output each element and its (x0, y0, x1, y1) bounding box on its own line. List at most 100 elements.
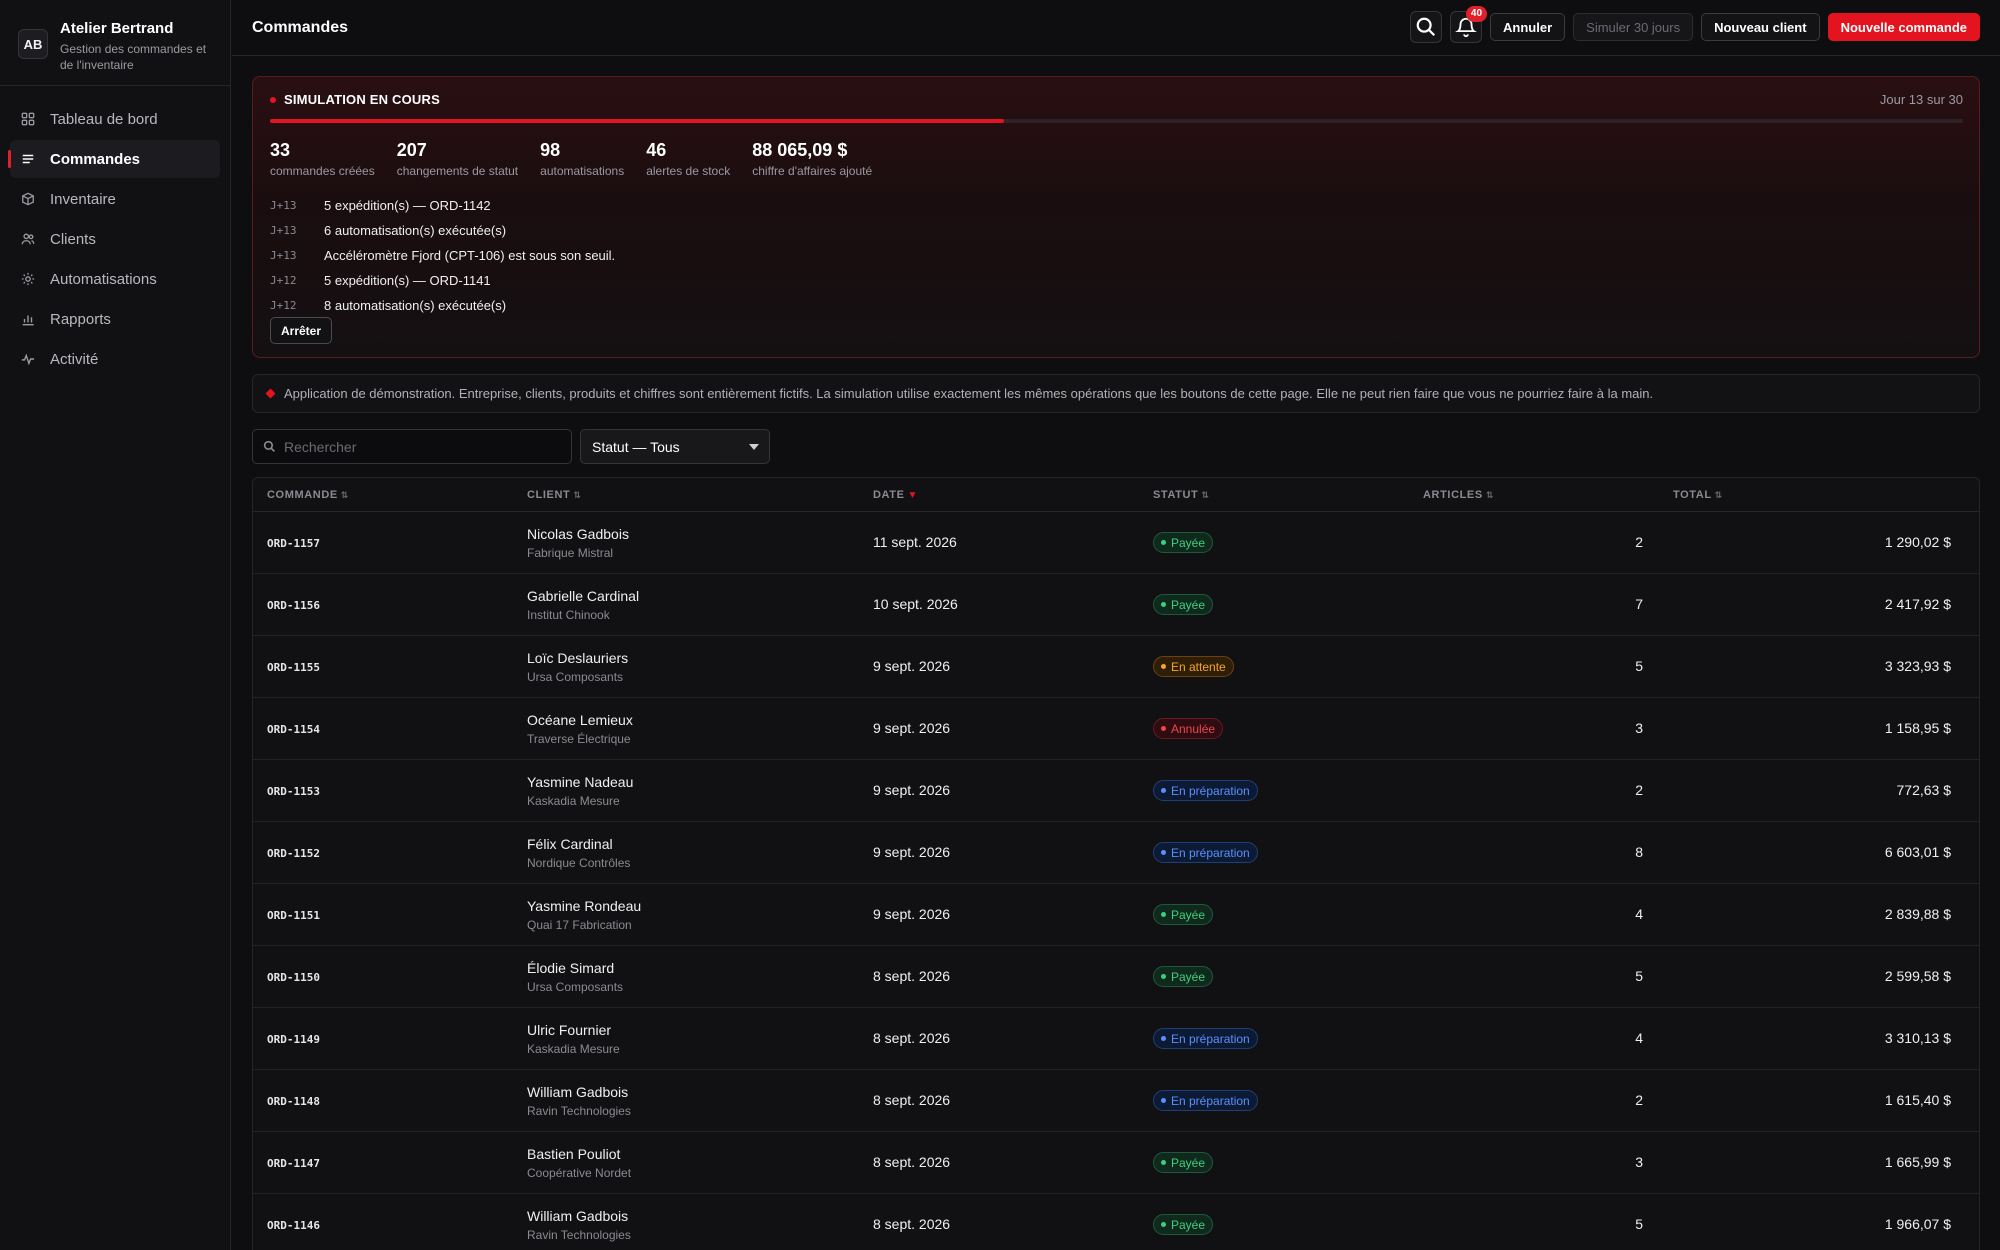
order-id: ORD-1157 (267, 537, 320, 550)
table-row[interactable]: ORD-1154 Océane Lemieux Traverse Électriqu… (253, 698, 1979, 760)
cell-order: ORD-1157 (253, 534, 527, 551)
items-count: 2 (1635, 534, 1643, 550)
status-dot-icon (1161, 664, 1166, 669)
status-badge: En préparation (1153, 842, 1258, 863)
client-company: Nordique Contrôles (527, 855, 631, 870)
table-row[interactable]: ORD-1152 Félix Cardinal Nordique Contrôles… (253, 822, 1979, 884)
new-order-button[interactable]: Nouvelle commande (1827, 13, 1980, 41)
header-actions: 40 Annuler Simuler 30 jours Nouveau clie… (1410, 6, 1980, 43)
notifications-button[interactable]: 40 (1450, 6, 1488, 43)
table-row[interactable]: ORD-1149 Ulric Fournier Kaskadia Mesure 8 s… (253, 1008, 1979, 1070)
simulation-stat: 207 changements de statut (397, 139, 518, 178)
sidebar-item-automatisations[interactable]: Automatisations (10, 260, 220, 298)
simulation-stats: 33 commandes créées 207 changements de stat… (270, 139, 872, 178)
items-count: 2 (1635, 1092, 1643, 1108)
sort-icon: ⇅ (340, 489, 349, 500)
table-body: ORD-1157 Nicolas Gadbois Fabrique Mistral 1… (253, 512, 1979, 1250)
status-filter-select[interactable]: Statut — Tous (580, 429, 770, 464)
order-id: ORD-1150 (267, 971, 320, 984)
simulation-progress-fill (270, 119, 1004, 123)
search-field[interactable] (252, 429, 572, 464)
items-count: 4 (1635, 1030, 1643, 1046)
sidebar-item-tableau-de-bord[interactable]: Tableau de bord (10, 100, 220, 138)
table-row[interactable]: ORD-1155 Loïc Deslauriers Ursa Composants 9… (253, 636, 1979, 698)
status-dot-icon (1161, 1160, 1166, 1165)
sidebar-item-inventaire[interactable]: Inventaire (10, 180, 220, 218)
cell-date: 9 sept. 2026 (873, 844, 1153, 861)
bar-chart-icon (20, 311, 36, 327)
client-company: Fabrique Mistral (527, 545, 614, 560)
items-count: 7 (1635, 596, 1643, 612)
demo-notice: Application de démonstration. Entreprise… (252, 374, 1980, 413)
status-badge: Payée (1153, 532, 1214, 553)
simulation-day: Jour 13 sur 30 (1879, 92, 1963, 107)
order-total: 3 323,93 $ (1884, 658, 1951, 674)
status-badge: Payée (1153, 1152, 1214, 1173)
order-date: 11 sept. 2026 (873, 534, 957, 550)
cell-client: Félix Cardinal Nordique Contrôles (527, 836, 873, 870)
cell-order: ORD-1149 (253, 1030, 527, 1047)
status-dot-icon (1161, 540, 1166, 545)
sidebar-item-rapports[interactable]: Rapports (10, 300, 220, 338)
search-input[interactable] (284, 438, 564, 455)
search-icon (1416, 17, 1436, 37)
brand-text: Atelier Bertrand Gestion des commandes e… (60, 20, 210, 73)
client-name: William Gadbois (527, 1207, 629, 1224)
table-row[interactable]: ORD-1146 William Gadbois Ravin Technologie… (253, 1194, 1979, 1250)
orders-table: COMMANDE ⇅ CLIENT ⇅ DATE ▼ STATUT ⇅ ARTICLES… (252, 477, 1980, 1250)
cell-status: En préparation (1153, 1028, 1423, 1049)
cell-total: 2 839,88 $ (1643, 906, 1965, 923)
log-day: J+13 (270, 199, 297, 212)
table-row[interactable]: ORD-1150 Élodie Simard Ursa Composants 8 se… (253, 946, 1979, 1008)
cell-status: Payée (1153, 532, 1423, 553)
column-header-total[interactable]: TOTAL ⇅ (1643, 489, 1965, 501)
items-count: 4 (1635, 906, 1643, 922)
column-header-client[interactable]: CLIENT ⇅ (527, 489, 873, 501)
status-badge: En préparation (1153, 780, 1258, 801)
column-header-label: COMMANDE (267, 488, 338, 501)
table-row[interactable]: ORD-1156 Gabrielle Cardinal Institut Chino… (253, 574, 1979, 636)
order-id: ORD-1152 (267, 847, 320, 860)
table-row[interactable]: ORD-1157 Nicolas Gadbois Fabrique Mistral 1… (253, 512, 1979, 574)
cancel-button[interactable]: Annuler (1490, 13, 1566, 41)
stat-value: 33 (270, 140, 291, 160)
status-dot-icon (1161, 602, 1166, 607)
table-row[interactable]: ORD-1148 William Gadbois Ravin Technologie… (253, 1070, 1979, 1132)
simulation-stat: 88 065,09 $ chiffre d'affaires ajouté (752, 139, 872, 178)
simulation-stat: 98 automatisations (540, 139, 624, 178)
simulation-log: J+13 5 expédition(s) — ORD-1142 J+13 6 auto… (270, 193, 615, 318)
simulate-30-days-button[interactable]: Simuler 30 jours (1573, 13, 1694, 41)
cell-status: En préparation (1153, 1090, 1423, 1111)
simulation-stat: 33 commandes créées (270, 139, 375, 178)
order-total: 2 599,58 $ (1884, 968, 1951, 984)
cell-order: ORD-1153 (253, 782, 527, 799)
column-header-status[interactable]: STATUT ⇅ (1153, 489, 1423, 501)
column-header-order[interactable]: COMMANDE ⇅ (253, 489, 527, 501)
column-header-date[interactable]: DATE ▼ (873, 489, 1153, 501)
status-label: Payée (1171, 1155, 1206, 1170)
column-header-label: CLIENT (527, 488, 571, 501)
sidebar-item-label: Activité (50, 350, 99, 368)
client-name: Élodie Simard (527, 959, 615, 976)
table-row[interactable]: ORD-1153 Yasmine Nadeau Kaskadia Mesure 9 s… (253, 760, 1979, 822)
order-total: 2 839,88 $ (1884, 906, 1951, 922)
table-row[interactable]: ORD-1151 Yasmine Rondeau Quai 17 Fabricati… (253, 884, 1979, 946)
search-button[interactable] (1410, 11, 1443, 43)
sidebar-item-clients[interactable]: Clients (10, 220, 220, 258)
new-client-button[interactable]: Nouveau client (1701, 13, 1820, 41)
status-label: Annulée (1171, 721, 1216, 736)
column-header-items[interactable]: ARTICLES ⇅ (1423, 489, 1643, 501)
sidebar-item-label: Inventaire (50, 190, 116, 208)
status-label: Payée (1171, 535, 1206, 550)
sidebar-item-activite[interactable]: Activité (10, 340, 220, 378)
sort-icon: ⇅ (573, 489, 582, 500)
items-count: 3 (1635, 1154, 1643, 1170)
cell-items: 5 (1423, 1216, 1643, 1233)
sidebar-item-commandes[interactable]: Commandes (8, 140, 220, 178)
simulation-progress-bar (270, 119, 1963, 123)
table-row[interactable]: ORD-1147 Bastien Pouliot Coopérative Norde… (253, 1132, 1979, 1194)
log-entry: J+12 5 expédition(s) — ORD-1141 (270, 268, 615, 293)
top-bar: Commandes 40 Annuler Simuler 30 jours No… (232, 0, 2000, 56)
stop-simulation-button[interactable]: Arrêter (270, 317, 333, 344)
client-name: Yasmine Nadeau (527, 773, 634, 790)
